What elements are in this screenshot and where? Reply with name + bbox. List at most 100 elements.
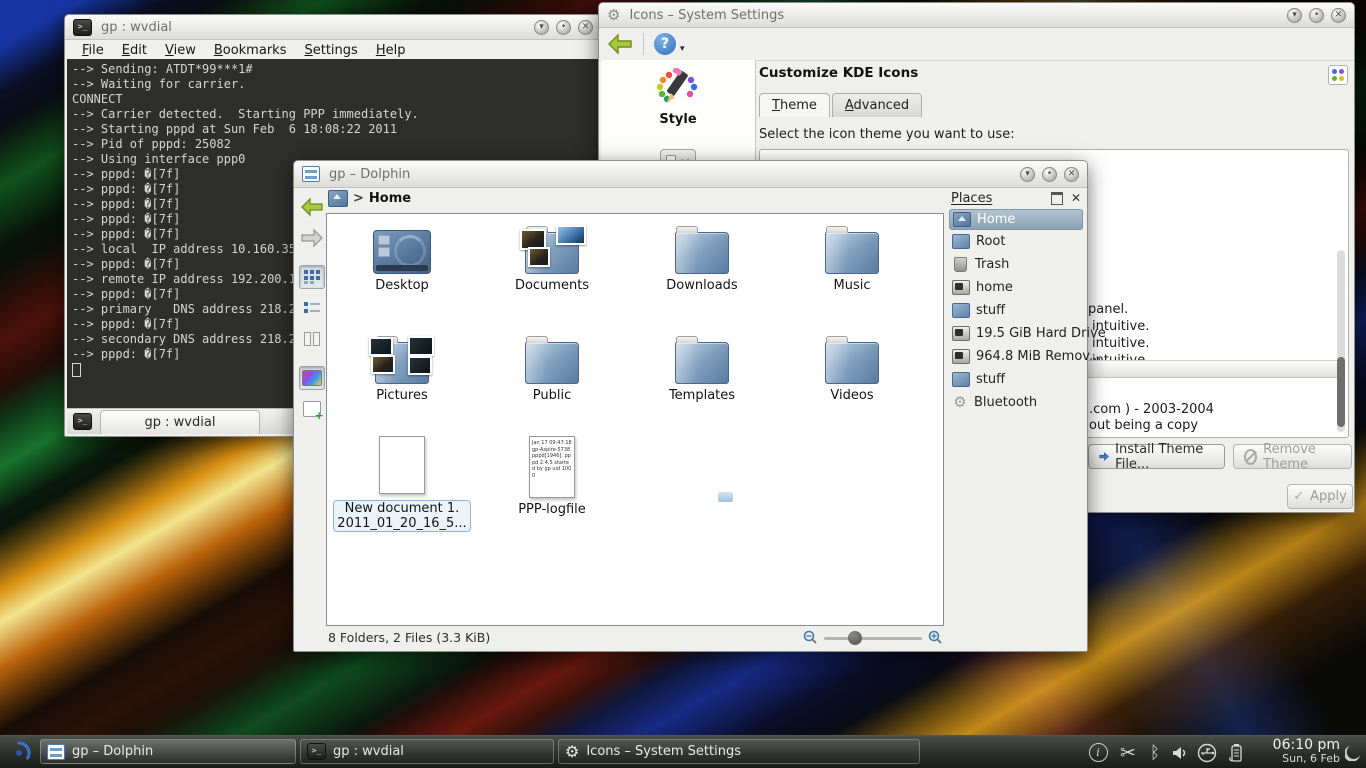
document-icon [379, 436, 425, 494]
terminal-line: --> Pid of pppd: 25082 [72, 137, 594, 152]
file-label-selected: New document 1.2011_01_20_16_5... [333, 500, 470, 532]
task-system-settings[interactable]: ⚙ Icons – System Settings [558, 739, 920, 764]
task-wvdial[interactable]: >_ gp : wvdial [300, 739, 554, 764]
menu-file[interactable]: File [75, 43, 111, 58]
place-item-home[interactable]: Home [949, 209, 1083, 230]
close-panel-icon[interactable]: ✕ [1071, 191, 1081, 205]
place-item-stuff2[interactable]: stuff [949, 368, 1083, 391]
folder-item-templates[interactable]: Templates [632, 332, 772, 403]
menu-edit[interactable]: Edit [115, 43, 154, 58]
text-preview-icon: Jan 17 09:47:18 gp-Aspire-5738 pppd[1946… [529, 436, 575, 498]
close-icon[interactable]: ✕ [578, 20, 593, 35]
klipper-scissors-icon[interactable]: ✂ [1115, 736, 1141, 768]
folder-item-music[interactable]: Music [782, 222, 922, 293]
terminal-titlebar[interactable]: >_ gp : wvdial ▾ • ✕ [65, 15, 601, 40]
settings-heading: Customize KDE Icons [759, 65, 918, 81]
icons-view-button[interactable] [299, 265, 325, 289]
split-view-button[interactable]: + [299, 397, 325, 421]
place-item-root[interactable]: Root [949, 230, 1083, 253]
folder-label: Videos [782, 388, 922, 403]
place-item-removable[interactable]: 964.8 MiB Remov... [949, 345, 1083, 368]
install-theme-button[interactable]: Install Theme File... [1088, 444, 1225, 469]
maximize-icon[interactable]: • [1309, 8, 1324, 23]
bluetooth-icon: ⚙ [952, 396, 968, 409]
zoom-slider-thumb[interactable] [848, 631, 862, 645]
place-item-hard-drive[interactable]: 19.5 GiB Hard Drive [949, 322, 1083, 345]
zoom-in-icon[interactable] [928, 630, 943, 645]
place-item-stuff[interactable]: stuff [949, 299, 1083, 322]
folder-view[interactable]: Desktop Documents Downloads Music [326, 213, 944, 626]
place-item-home-device[interactable]: home [949, 276, 1083, 299]
clock[interactable]: 06:10 pm Sun, 6 Feb [1273, 736, 1340, 768]
apply-button[interactable]: ✓Apply [1287, 484, 1353, 509]
folder-item-documents[interactable]: Documents [482, 222, 622, 293]
menu-settings[interactable]: Settings [297, 43, 364, 58]
settings-titlebar[interactable]: ⚙ Icons – System Settings ▾ • ✕ [599, 3, 1354, 28]
columns-view-button[interactable] [299, 327, 325, 351]
breadcrumb: > Home [296, 186, 947, 211]
menu-view[interactable]: View [158, 43, 203, 58]
split-view-icon: + [303, 401, 321, 417]
maximize-icon[interactable]: • [556, 20, 571, 35]
sidebar-item-label: Style [601, 112, 755, 127]
launcher-icon[interactable] [2, 736, 36, 768]
overview-icon[interactable] [1328, 65, 1348, 85]
scrollbar-track[interactable] [1337, 250, 1345, 432]
tab-advanced[interactable]: Advanced [832, 93, 922, 117]
folder-label: Desktop [332, 278, 472, 293]
maximize-icon[interactable]: • [1042, 167, 1057, 182]
panel-cashew-icon[interactable] [1342, 736, 1364, 768]
close-icon[interactable]: ✕ [1064, 167, 1079, 182]
file-item-ppp-logfile[interactable]: Jan 17 09:47:18 gp-Aspire-5738 pppd[1946… [482, 436, 622, 517]
zoom-slider[interactable] [824, 631, 922, 645]
dolphin-titlebar[interactable]: gp – Dolphin ▾ • ✕ [294, 161, 1087, 188]
bluetooth-icon[interactable]: ᛒ [1144, 736, 1166, 768]
folder-item-videos[interactable]: Videos [782, 332, 922, 403]
place-label: 19.5 GiB Hard Drive [976, 326, 1106, 341]
menu-help[interactable]: Help [369, 43, 413, 58]
minimize-icon[interactable]: ▾ [1020, 167, 1035, 182]
settings-title: Icons – System Settings [629, 8, 784, 23]
terminal-tab[interactable]: gp : wvdial [100, 410, 260, 434]
icons-view-icon [304, 270, 320, 284]
chevron-down-icon[interactable]: ▾ [680, 44, 685, 54]
folder-item-pictures[interactable]: Pictures [332, 332, 472, 403]
dolphin-side-toolbar: + [297, 191, 326, 421]
forward-button[interactable] [299, 226, 325, 250]
new-tab-icon[interactable]: >_ [73, 413, 92, 430]
folder-icon [952, 303, 970, 318]
breadcrumb-home[interactable]: Home [369, 191, 411, 206]
minimize-icon[interactable]: ▾ [1287, 8, 1302, 23]
folder-item-desktop[interactable]: Desktop [332, 222, 472, 293]
place-item-trash[interactable]: Trash [949, 253, 1083, 276]
scrollbar-thumb[interactable] [1337, 357, 1345, 427]
place-item-bluetooth[interactable]: ⚙Bluetooth [949, 391, 1083, 414]
home-icon [953, 212, 971, 227]
menu-bookmarks[interactable]: Bookmarks [207, 43, 294, 58]
back-button[interactable] [299, 195, 325, 219]
back-icon[interactable] [607, 33, 633, 55]
file-item-new-document[interactable]: New document 1.2011_01_20_16_5... [332, 436, 472, 532]
folder-icon [525, 342, 579, 384]
folder-icon [952, 234, 970, 249]
tab-theme[interactable]: Theme [759, 93, 830, 117]
details-view-button[interactable] [299, 296, 325, 320]
float-panel-icon[interactable] [1051, 192, 1063, 205]
notifications-icon[interactable]: i [1087, 736, 1109, 768]
dolphin-app-icon [47, 744, 65, 760]
home-folder-icon[interactable] [328, 190, 348, 207]
documents-folder-icon [525, 232, 579, 274]
folder-item-public[interactable]: Public [482, 332, 622, 403]
sidebar-item-style[interactable]: Style [601, 68, 755, 127]
battery-icon[interactable] [1224, 736, 1248, 768]
preview-button[interactable] [299, 366, 325, 390]
close-icon[interactable]: ✕ [1331, 8, 1346, 23]
remove-theme-button[interactable]: Remove Theme [1233, 444, 1352, 469]
help-icon[interactable]: ? [654, 33, 676, 55]
task-dolphin[interactable]: gp – Dolphin [40, 739, 296, 764]
volume-icon[interactable] [1168, 736, 1192, 768]
usb-device-icon[interactable] [1194, 736, 1220, 768]
zoom-out-icon[interactable] [803, 630, 818, 645]
minimize-icon[interactable]: ▾ [534, 20, 549, 35]
folder-item-downloads[interactable]: Downloads [632, 222, 772, 293]
